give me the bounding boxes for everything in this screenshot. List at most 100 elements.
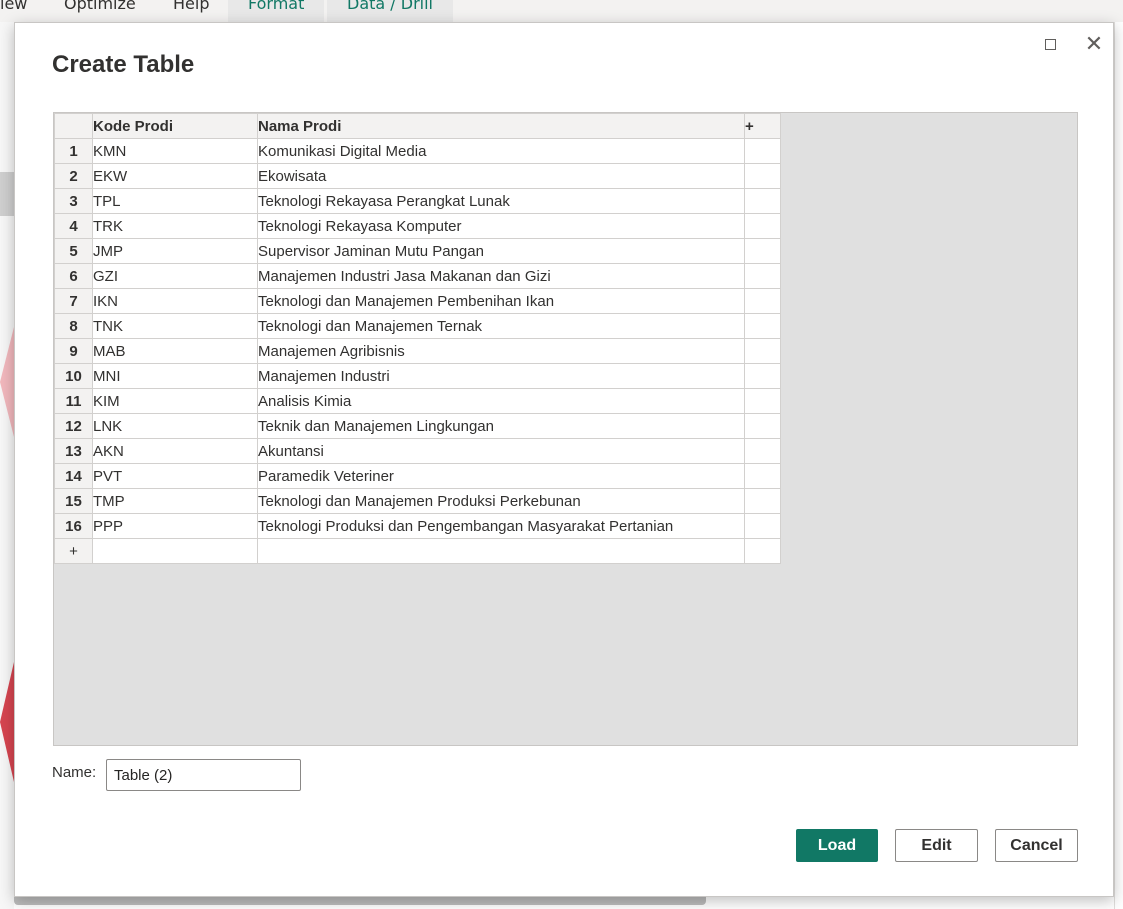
cell-empty[interactable] [744,213,781,239]
row-number: 1 [54,138,93,164]
background-scrollbar [14,897,706,905]
edit-button[interactable]: Edit [895,829,978,862]
ribbon-tab-format[interactable]: Format [228,0,325,22]
cell-nama-prodi[interactable]: Teknologi dan Manajemen Produksi Perkebu… [257,488,745,514]
row-number: 14 [54,463,93,489]
cell-kode-prodi[interactable]: LNK [92,413,258,439]
cell-nama-prodi[interactable]: Ekowisata [257,163,745,189]
cell-empty[interactable] [744,488,781,514]
cell-kode-prodi[interactable]: KIM [92,388,258,414]
header-row: Kode Prodi Nama Prodi + [54,113,781,139]
table-grid-area: Kode Prodi Nama Prodi + 1 KMN Komunikasi D… [53,112,1078,746]
add-row-button[interactable]: + [54,538,93,564]
cell-empty[interactable] [744,238,781,264]
cell-kode-prodi[interactable]: MNI [92,363,258,389]
row-number: 10 [54,363,93,389]
table-row: 11 KIM Analisis Kimia [54,388,781,414]
ribbon: iew Optimize Help Format Data / Drill [0,0,1123,22]
cell-kode-prodi[interactable]: TNK [92,313,258,339]
row-number: 3 [54,188,93,214]
ribbon-tab-help[interactable]: Help [173,0,209,13]
table-body: 1 KMN Komunikasi Digital Media 2 EKW Ekowisat… [54,138,781,564]
table-row: 14 PVT Paramedik Veteriner [54,463,781,489]
cell-empty[interactable] [744,413,781,439]
ribbon-tab-optimize[interactable]: Optimize [64,0,136,13]
cell-nama-prodi[interactable]: Supervisor Jaminan Mutu Pangan [257,238,745,264]
cell-kode-prodi[interactable]: KMN [92,138,258,164]
new-row-cell[interactable] [257,538,745,564]
cell-kode-prodi[interactable]: JMP [92,238,258,264]
row-number: 6 [54,263,93,289]
cell-kode-prodi[interactable]: TPL [92,188,258,214]
cell-nama-prodi[interactable]: Teknologi dan Manajemen Ternak [257,313,745,339]
cell-empty[interactable] [744,313,781,339]
cell-nama-prodi[interactable]: Komunikasi Digital Media [257,138,745,164]
cell-kode-prodi[interactable]: IKN [92,288,258,314]
background-pane-right [1114,22,1123,909]
cell-kode-prodi[interactable]: GZI [92,263,258,289]
background-header-block [0,172,14,216]
maximize-icon[interactable] [1039,33,1063,57]
cell-nama-prodi[interactable]: Paramedik Veteriner [257,463,745,489]
cell-empty[interactable] [744,438,781,464]
row-number: 2 [54,163,93,189]
cell-empty[interactable] [744,513,781,539]
column-header-nama-prodi[interactable]: Nama Prodi [257,113,745,139]
cell-nama-prodi[interactable]: Teknologi Produksi dan Pengembangan Masy… [257,513,745,539]
cell-kode-prodi[interactable]: PVT [92,463,258,489]
row-number: 4 [54,213,93,239]
background-canvas-left [0,22,14,909]
table-row: 8 TNK Teknologi dan Manajemen Ternak [54,313,781,339]
cell-empty[interactable] [744,338,781,364]
ribbon-tab-data-drill[interactable]: Data / Drill [327,0,453,22]
cell-empty[interactable] [744,363,781,389]
cell-nama-prodi[interactable]: Teknologi Rekayasa Komputer [257,213,745,239]
cell-nama-prodi[interactable]: Manajemen Industri Jasa Makanan dan Gizi [257,263,745,289]
cell-kode-prodi[interactable]: AKN [92,438,258,464]
cell-empty[interactable] [744,263,781,289]
cell-kode-prodi[interactable]: EKW [92,163,258,189]
table-row: 5 JMP Supervisor Jaminan Mutu Pangan [54,238,781,264]
cell-nama-prodi[interactable]: Teknologi Rekayasa Perangkat Lunak [257,188,745,214]
table-row: 10 MNI Manajemen Industri [54,363,781,389]
cell-nama-prodi[interactable]: Analisis Kimia [257,388,745,414]
cell-empty[interactable] [744,388,781,414]
cell-empty[interactable] [744,288,781,314]
cell-nama-prodi[interactable]: Teknologi dan Manajemen Pembenihan Ikan [257,288,745,314]
cell-nama-prodi[interactable]: Akuntansi [257,438,745,464]
add-row-line: + [54,538,781,564]
table-row: 13 AKN Akuntansi [54,438,781,464]
add-column-button[interactable]: + [744,113,781,139]
cell-nama-prodi[interactable]: Teknik dan Manajemen Lingkungan [257,413,745,439]
table-row: 9 MAB Manajemen Agribisnis [54,338,781,364]
close-icon[interactable]: ✕ [1082,33,1106,57]
cell-empty[interactable] [744,188,781,214]
table-row: 16 PPP Teknologi Produksi dan Pengembangan… [54,513,781,539]
create-table-dialog: Create Table ✕ Kode Prodi Nama Prodi + 1… [14,22,1114,897]
new-row-cell[interactable] [744,538,781,564]
cell-kode-prodi[interactable]: MAB [92,338,258,364]
row-number: 13 [54,438,93,464]
name-label: Name: [52,764,97,781]
new-row-cell[interactable] [92,538,258,564]
row-number: 16 [54,513,93,539]
row-number: 9 [54,338,93,364]
background-bottom [14,897,1114,909]
cell-empty[interactable] [744,138,781,164]
table-row: 7 IKN Teknologi dan Manajemen Pembenihan I… [54,288,781,314]
cell-kode-prodi[interactable]: PPP [92,513,258,539]
load-button[interactable]: Load [796,829,878,862]
cell-nama-prodi[interactable]: Manajemen Industri [257,363,745,389]
cell-nama-prodi[interactable]: Manajemen Agribisnis [257,338,745,364]
cell-empty[interactable] [744,163,781,189]
column-header-kode-prodi[interactable]: Kode Prodi [92,113,258,139]
cell-kode-prodi[interactable]: TRK [92,213,258,239]
ribbon-tab-view[interactable]: iew [0,0,27,13]
cell-kode-prodi[interactable]: TMP [92,488,258,514]
background-red-shape [0,662,14,782]
row-number-header [54,113,93,139]
table-name-input[interactable] [106,759,301,791]
cell-empty[interactable] [744,463,781,489]
table-row: 4 TRK Teknologi Rekayasa Komputer [54,213,781,239]
cancel-button[interactable]: Cancel [995,829,1078,862]
